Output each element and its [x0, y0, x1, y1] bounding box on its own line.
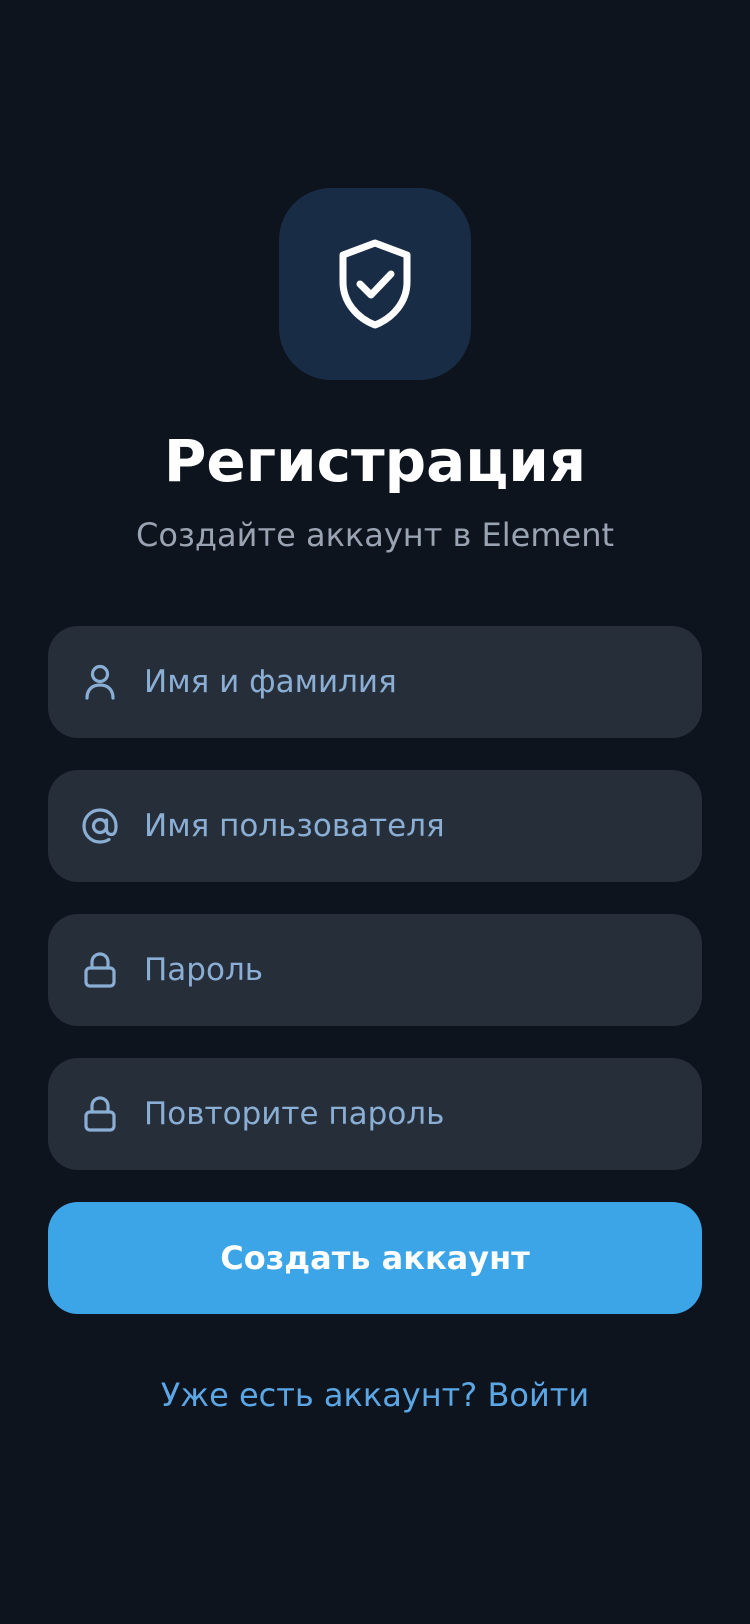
create-account-button[interactable]: Создать аккаунт: [48, 1202, 702, 1314]
login-link-container: Уже есть аккаунт? Войти: [48, 1372, 702, 1418]
lock-icon: [80, 950, 120, 990]
lock-icon: [80, 1094, 120, 1134]
at-sign-icon: [80, 806, 120, 846]
password-repeat-field[interactable]: [48, 1058, 702, 1170]
page-title: Регистрация: [163, 427, 587, 495]
app-logo: [279, 188, 471, 380]
registration-screen: Регистрация Создайте аккаунт в Element И…: [0, 0, 750, 1624]
login-link[interactable]: Уже есть аккаунт? Войти: [161, 1376, 589, 1414]
password-field[interactable]: [48, 914, 702, 1026]
full-name-input[interactable]: [144, 626, 702, 738]
username-field[interactable]: [48, 770, 702, 882]
password-repeat-input[interactable]: [144, 1058, 702, 1170]
full-name-field[interactable]: [48, 626, 702, 738]
user-icon: [80, 662, 120, 702]
shield-check-icon: [335, 238, 415, 330]
registration-form: Создать аккаунт: [48, 626, 702, 1314]
password-input[interactable]: [144, 914, 702, 1026]
page-subtitle: Создайте аккаунт в Element: [135, 516, 615, 554]
username-input[interactable]: [144, 770, 702, 882]
